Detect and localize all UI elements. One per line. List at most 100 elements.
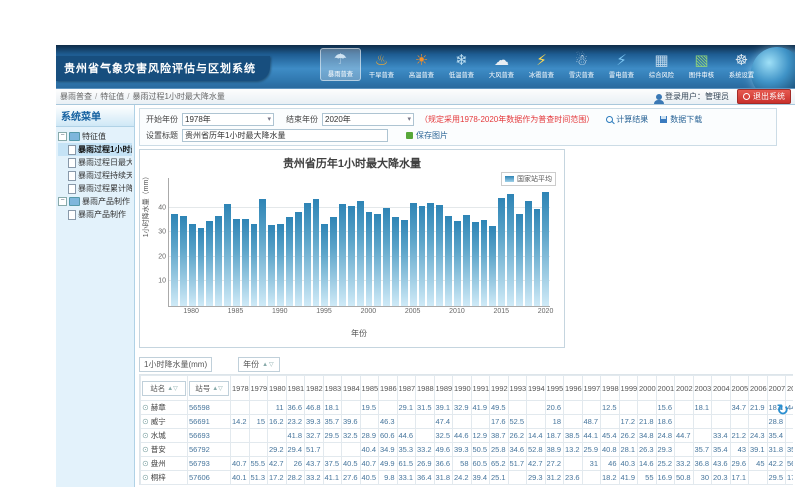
year-col-2007[interactable]: 2007 (767, 376, 786, 401)
end-year-select[interactable]: 2020年▾ (322, 113, 414, 126)
bar-1990[interactable] (277, 224, 284, 306)
bar-2012[interactable] (472, 222, 479, 306)
nav-low-temp-survey[interactable]: ❄低温普查 (442, 50, 481, 81)
nav-snow-survey[interactable]: ☃雪灾普查 (562, 50, 601, 81)
collapse-icon[interactable]: − (58, 132, 67, 141)
bar-1994[interactable] (313, 199, 320, 306)
year-col-1987[interactable]: 1987 (397, 376, 416, 401)
calc-result-button[interactable]: 计算结果 (606, 114, 648, 125)
year-col-1984[interactable]: 1984 (342, 376, 361, 401)
bar-2016[interactable] (507, 194, 514, 306)
year-col-1997[interactable]: 1997 (582, 376, 601, 401)
bar-2009[interactable] (445, 216, 452, 306)
bar-2004[interactable] (401, 220, 408, 306)
year-col-2002[interactable]: 2002 (675, 376, 694, 401)
year-col-1992[interactable]: 1992 (490, 376, 509, 401)
bar-2008[interactable] (436, 205, 443, 306)
bar-1979[interactable] (180, 216, 187, 306)
bar-2007[interactable] (427, 203, 434, 306)
bar-2001[interactable] (374, 214, 381, 306)
bar-1983[interactable] (215, 216, 222, 306)
logout-button[interactable]: 退出系统 (737, 89, 791, 104)
bar-1985[interactable] (233, 219, 240, 306)
year-col-1983[interactable]: 1983 (323, 376, 342, 401)
bar-2013[interactable] (481, 220, 488, 306)
breadcrumb-item[interactable]: 特征值 (100, 92, 124, 101)
bar-2003[interactable] (392, 217, 399, 306)
year-col-2005[interactable]: 2005 (730, 376, 749, 401)
bar-1992[interactable] (295, 212, 302, 306)
year-col-1981[interactable]: 1981 (286, 376, 305, 401)
bar-1998[interactable] (348, 206, 355, 306)
year-col-1978[interactable]: 1978 (231, 376, 250, 401)
breadcrumb-item[interactable]: 暴雨普查 (60, 92, 92, 101)
bar-2000[interactable] (366, 212, 373, 306)
sidebar-item[interactable]: 暴雨过程日最大降水量 (58, 156, 132, 169)
start-year-select[interactable]: 1978年▾ (182, 113, 274, 126)
bar-1989[interactable] (268, 225, 275, 306)
bar-1982[interactable] (206, 221, 213, 306)
save-image-button[interactable]: 保存图片 (406, 130, 448, 141)
nav-wind-survey[interactable]: ☁大风普查 (482, 50, 521, 81)
bar-1993[interactable] (304, 203, 311, 306)
bar-1988[interactable] (259, 199, 266, 306)
bar-1987[interactable] (251, 224, 258, 306)
year-col-2000[interactable]: 2000 (638, 376, 657, 401)
sidebar-item[interactable]: −暴雨产品制作 (58, 195, 132, 208)
nav-high-temp-survey[interactable]: ☀高温普查 (402, 50, 441, 81)
bar-2011[interactable] (463, 215, 470, 306)
data-download-button[interactable]: 数据下载 (660, 114, 702, 125)
nav-rainstorm-survey[interactable]: ☂暴雨普查 (320, 48, 361, 81)
year-col-1999[interactable]: 1999 (619, 376, 638, 401)
measure-selector[interactable]: 1小时降水量(mm) (139, 357, 212, 372)
bar-2005[interactable] (410, 203, 417, 306)
row-expand-icon[interactable]: ⊙ (142, 445, 149, 454)
year-col-1996[interactable]: 1996 (564, 376, 583, 401)
year-col-2006[interactable]: 2006 (749, 376, 768, 401)
breadcrumb-item[interactable]: 暴雨过程1小时最大降水量 (132, 92, 224, 101)
bar-1980[interactable] (189, 224, 196, 306)
sidebar-item[interactable]: 暴雨过程1小时最大降水量 (58, 143, 132, 156)
bar-2019[interactable] (534, 209, 541, 306)
year-col-1989[interactable]: 1989 (434, 376, 453, 401)
bar-1978[interactable] (171, 214, 178, 306)
year-col-1994[interactable]: 1994 (527, 376, 546, 401)
collapse-icon[interactable]: − (58, 197, 67, 206)
year-col-1979[interactable]: 1979 (249, 376, 268, 401)
nav-map-review[interactable]: ▧图件审核 (682, 50, 721, 81)
year-col-1990[interactable]: 1990 (453, 376, 472, 401)
nav-system-settings[interactable]: ☸系统设置 (722, 50, 761, 81)
year-col-2008[interactable]: 2008 (786, 376, 794, 401)
year-col-2001[interactable]: 2001 (656, 376, 675, 401)
row-expand-icon[interactable]: ⊙ (142, 473, 149, 482)
year-col-1985[interactable]: 1985 (360, 376, 379, 401)
year-col-1986[interactable]: 1986 (379, 376, 398, 401)
bar-2002[interactable] (383, 208, 390, 306)
bar-1984[interactable] (224, 204, 231, 306)
year-col-2003[interactable]: 2003 (693, 376, 712, 401)
bar-1997[interactable] (339, 204, 346, 306)
bar-1986[interactable] (242, 219, 249, 306)
bar-2015[interactable] (498, 198, 505, 306)
nav-comprehensive-risk[interactable]: ▦综合风险 (642, 50, 681, 81)
year-col-1998[interactable]: 1998 (601, 376, 620, 401)
row-expand-icon[interactable]: ⊙ (142, 417, 149, 426)
bar-1995[interactable] (321, 224, 328, 306)
bar-2006[interactable] (419, 206, 426, 306)
year-col-1988[interactable]: 1988 (416, 376, 435, 401)
row-expand-icon[interactable]: ⊙ (142, 403, 149, 412)
year-col-1993[interactable]: 1993 (508, 376, 527, 401)
sidebar-item[interactable]: 暴雨过程累计降水量 (58, 182, 132, 195)
year-dimension-sort[interactable]: 年份 ▲▽ (238, 357, 280, 372)
bar-2010[interactable] (454, 221, 461, 306)
year-col-2004[interactable]: 2004 (712, 376, 731, 401)
bar-2020[interactable] (542, 192, 549, 306)
bar-1996[interactable] (330, 217, 337, 306)
year-col-1995[interactable]: 1995 (545, 376, 564, 401)
sort-station-id-button[interactable]: 站号▲▽ (189, 381, 229, 396)
bar-2018[interactable] (525, 201, 532, 306)
bar-2017[interactable] (516, 214, 523, 306)
sort-station-button[interactable]: 站名▲▽ (142, 381, 186, 396)
chart-title-input[interactable]: 贵州省历年1小时最大降水量 (182, 129, 388, 142)
sidebar-item[interactable]: 暴雨过程持续天数 (58, 169, 132, 182)
